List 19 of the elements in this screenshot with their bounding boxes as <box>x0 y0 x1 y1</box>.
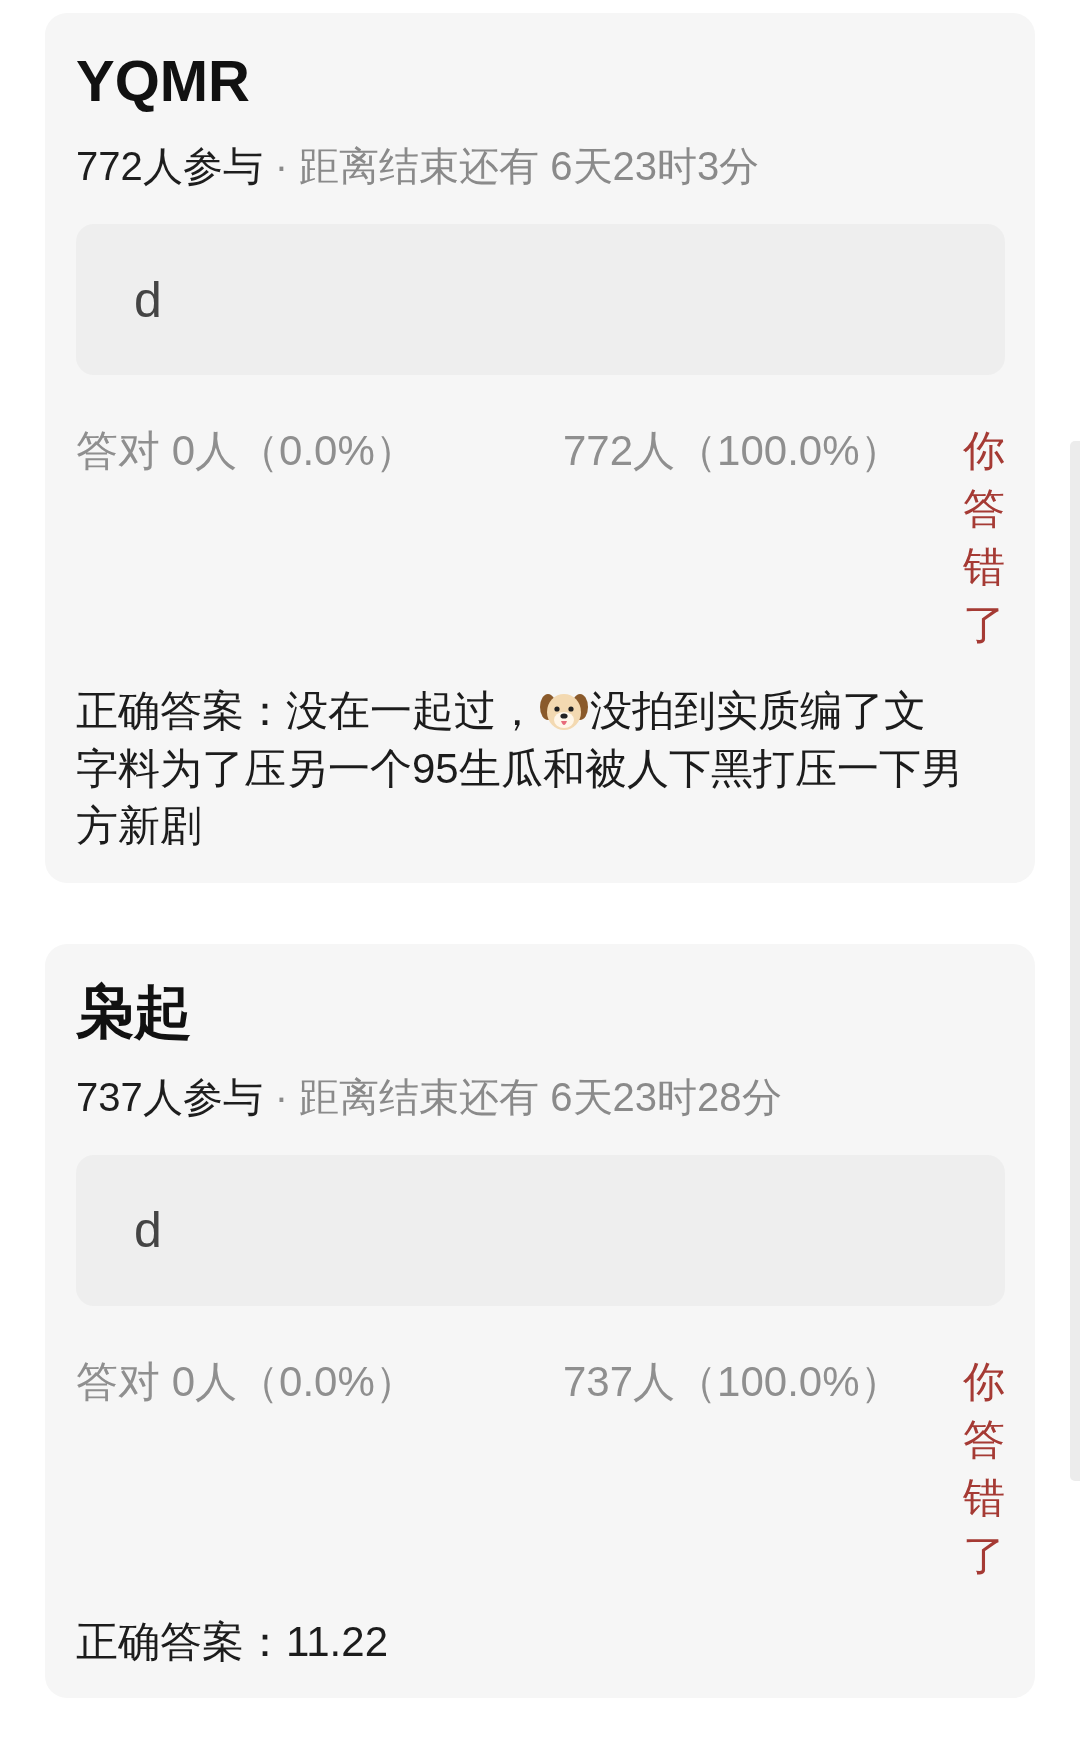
correct-answer-text: 字料为了压另一个95生瓜和被人下黑打压一下男 <box>76 743 963 794</box>
countdown-text: · 距离结束还有 6天23时28分 <box>274 1073 782 1121</box>
user-answer-text: d <box>134 1201 162 1259</box>
correct-stat-text: 答对 0人（0.0%） <box>76 1356 417 1407</box>
result-text: 你答错了 <box>963 1356 1005 1581</box>
result-text: 你答错了 <box>963 426 1005 650</box>
other-stat-text: 772人（100.0%） <box>563 426 902 476</box>
correct-answer-text: 没拍到实质编了文 <box>590 686 926 737</box>
countdown-text: · 距离结束还有 6天23时3分 <box>274 143 760 190</box>
user-answer-text: d <box>134 270 162 329</box>
other-stat-text: 737人（100.0%） <box>563 1356 902 1407</box>
quiz-title: 枭起 <box>76 977 192 1046</box>
correct-answer-text: 正确答案：11.22 <box>76 1616 388 1667</box>
correct-stat-text: 答对 0人（0.0%） <box>76 426 417 476</box>
participants-text: 737人参与 <box>76 1073 263 1121</box>
correct-answer-text: 方新剧 <box>76 801 202 852</box>
correct-answer-text: 正确答案：没在一起过， <box>76 686 538 737</box>
quiz-title: YQMR <box>76 47 250 115</box>
participants-text: 772人参与 <box>76 143 263 190</box>
